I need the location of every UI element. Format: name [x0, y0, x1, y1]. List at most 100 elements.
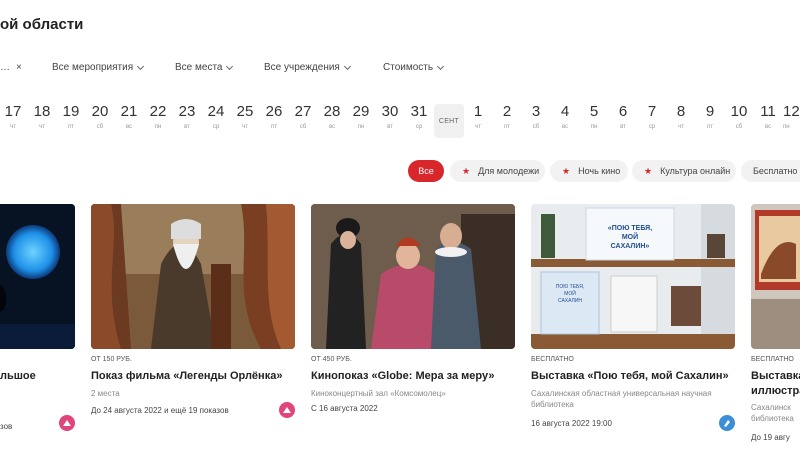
star-icon: ★ — [644, 165, 653, 176]
day-number: 26 — [265, 103, 283, 120]
day-17[interactable]: 17 чт — [0, 102, 27, 132]
day-29[interactable]: 29 пн — [347, 102, 375, 132]
event-title[interactable]: Показ фильма «Легенды Орлёнка» — [91, 370, 282, 382]
event-venue: Сахалинск библиотека — [751, 403, 794, 423]
day-number: 7 — [647, 103, 657, 120]
weekday: вт — [184, 124, 190, 130]
category-all-label: Все — [418, 166, 434, 176]
institutions-dropdown[interactable]: Все учреждения — [264, 62, 351, 73]
category-free-button[interactable]: Бесплатно — [741, 160, 800, 182]
day-21[interactable]: 21 вс — [115, 102, 143, 132]
day-28[interactable]: 28 вс — [318, 102, 346, 132]
event-price: ОТ 150 РУБ. — [91, 356, 132, 363]
weekday: сб — [299, 124, 307, 130]
close-icon[interactable]: × — [16, 62, 22, 73]
category-label: Для молодежи — [478, 166, 540, 176]
weekday: сб — [735, 124, 743, 130]
event-title-line2: иллюстра — [751, 385, 800, 397]
event-card-image[interactable] — [311, 204, 515, 349]
day-19[interactable]: 19 пт — [57, 102, 85, 132]
category-label: Ночь кино — [578, 166, 621, 176]
day-3[interactable]: 3 сб — [522, 102, 550, 132]
event-title[interactable]: Кинопоказ «Globe: Мера за меру» — [311, 370, 495, 382]
day-9[interactable]: 9 пт — [696, 102, 724, 132]
star-icon: ★ — [562, 165, 571, 176]
day-26[interactable]: 26 пт — [260, 102, 288, 132]
price-dropdown[interactable]: Стоимость — [383, 62, 445, 73]
exhibition-banner-line3: САХАЛИН» — [611, 243, 650, 250]
category-all-button[interactable]: Все — [408, 160, 444, 182]
date-strip: 17 чт 18 чт 19 пт 20 сб 21 вс 22 пн 23 вт 24 ср … — [0, 102, 800, 140]
weekday: пт — [271, 124, 277, 130]
chevron-down-icon — [226, 62, 234, 70]
day-number: 25 — [236, 103, 254, 120]
event-card-image[interactable] — [0, 204, 75, 349]
day-6[interactable]: 6 вт — [609, 102, 637, 132]
day-23[interactable]: 23 вт — [173, 102, 201, 132]
day-number: 1 — [473, 103, 483, 120]
category-culture-online-button[interactable]: ★ Культура онлайн — [632, 160, 736, 182]
weekday: вс — [561, 124, 569, 130]
event-card-image[interactable] — [751, 204, 800, 349]
exhibition-image: «ПОЮ ТЕБЯ, МОЙ САХАЛИН» ПОЮ ТЕБЯ, МОЙ СА… — [531, 204, 735, 349]
events-dropdown-label: Все мероприятия — [52, 62, 134, 73]
weekday: сб — [532, 124, 540, 130]
day-27[interactable]: 27 сб — [289, 102, 317, 132]
day-7[interactable]: 7 ср — [638, 102, 666, 132]
weekday: ср — [648, 124, 656, 130]
weekday: вт — [387, 124, 393, 130]
page-title: ой области — [0, 16, 84, 33]
active-filter-chip[interactable]: … × — [0, 62, 22, 73]
event-price: ОТ 450 РУБ. — [311, 356, 352, 363]
day-20[interactable]: 20 сб — [86, 102, 114, 132]
day-10[interactable]: 10 сб — [725, 102, 753, 132]
places-dropdown[interactable]: Все места — [175, 62, 234, 73]
weekday: вс — [328, 124, 336, 130]
day-5[interactable]: 5 пн — [580, 102, 608, 132]
day-number: 5 — [589, 103, 599, 120]
day-1[interactable]: 1 чт — [464, 102, 492, 132]
event-title[interactable]: льшое — [0, 370, 36, 382]
day-31[interactable]: 31 ср — [405, 102, 433, 132]
day-4[interactable]: 4 вс — [551, 102, 579, 132]
price-dropdown-label: Стоимость — [383, 62, 434, 73]
day-2[interactable]: 2 пт — [493, 102, 521, 132]
day-12[interactable]: 12 пн — [783, 102, 800, 132]
exhibition-poster-line1: ПОЮ ТЕБЯ, — [556, 284, 585, 290]
day-22[interactable]: 22 пн — [144, 102, 172, 132]
weekday: пн — [357, 124, 365, 130]
events-dropdown[interactable]: Все мероприятия — [52, 62, 145, 73]
day-number: 21 — [120, 103, 138, 120]
day-25[interactable]: 25 чт — [231, 102, 259, 132]
day-number: 24 — [207, 103, 225, 120]
event-card-image[interactable] — [91, 204, 295, 349]
day-number: 30 — [381, 103, 399, 120]
day-number: 12 — [783, 103, 800, 120]
category-cinema-night-button[interactable]: ★ Ночь кино — [550, 160, 628, 182]
day-number: 9 — [705, 103, 715, 120]
day-24[interactable]: 24 ср — [202, 102, 230, 132]
event-card-image[interactable]: «ПОЮ ТЕБЯ, МОЙ САХАЛИН» ПОЮ ТЕБЯ, МОЙ СА… — [531, 204, 735, 349]
chevron-down-icon — [343, 62, 351, 70]
day-11[interactable]: 11 вс — [754, 102, 782, 132]
event-venue: 2 места — [91, 389, 120, 398]
day-30[interactable]: 30 вт — [376, 102, 404, 132]
library-icon — [719, 415, 735, 431]
event-date: С 16 августа 2022 — [311, 404, 378, 413]
day-number: 27 — [294, 103, 312, 120]
category-youth-button[interactable]: ★ Для молодежи — [450, 160, 545, 182]
day-8[interactable]: 8 чт — [667, 102, 695, 132]
exhibition-banner-line2: МОЙ — [622, 232, 638, 241]
event-title[interactable]: Выставка «Пою тебя, мой Сахалин» — [531, 370, 729, 382]
illustration-exhibition-image — [751, 204, 800, 349]
event-date: 16 августа 2022 19:00 — [531, 419, 612, 428]
weekday: пн — [783, 124, 790, 130]
active-filter-label: … — [0, 62, 10, 73]
day-number: 31 — [410, 103, 428, 120]
day-number: 4 — [560, 103, 570, 120]
pushkin-card-icon — [279, 402, 295, 418]
day-18[interactable]: 18 чт — [28, 102, 56, 132]
category-label: Культура онлайн — [660, 166, 731, 176]
event-title[interactable]: Выставка — [751, 370, 800, 382]
day-number: 10 — [730, 103, 748, 120]
